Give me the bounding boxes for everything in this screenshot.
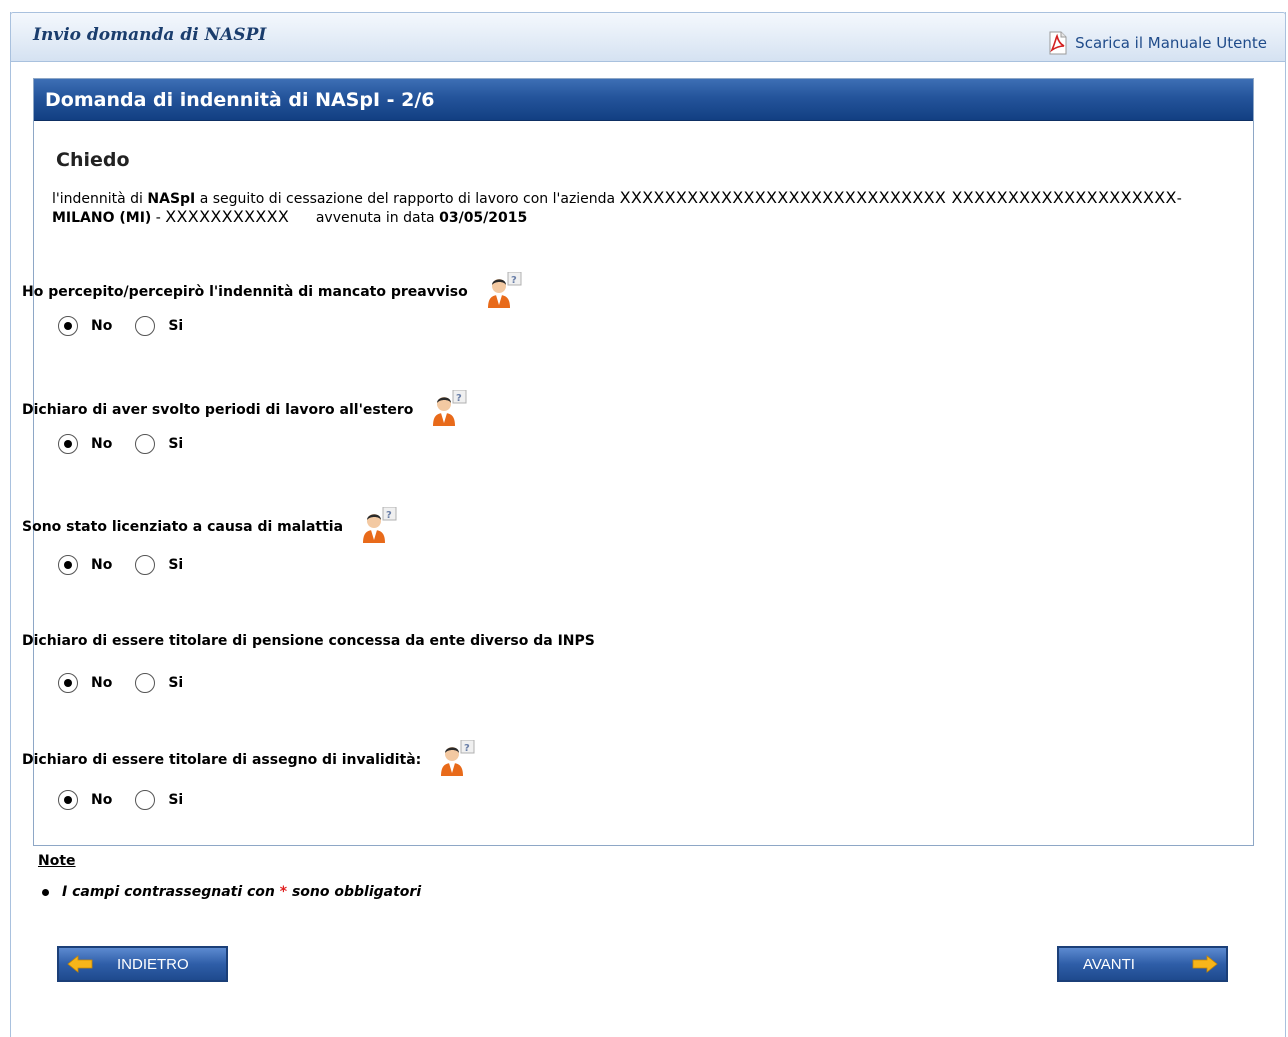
notes-item: I campi contrassegnati con * sono obblig…: [38, 884, 421, 900]
company-city: MILANO (MI): [52, 210, 152, 226]
radio-no-label: No: [91, 436, 113, 452]
form-panel: Domanda di indennità di NASpI - 2/6 Chie…: [33, 78, 1254, 846]
download-manual-link[interactable]: Scarica il Manuale Utente: [1047, 31, 1267, 55]
back-button-label: INDIETRO: [117, 955, 189, 973]
question-lavoro-estero: Dichiaro di aver svolto periodi di lavor…: [22, 390, 471, 428]
section-heading: Chiedo: [56, 149, 130, 171]
radio-group-mancato-preavviso: No Si: [58, 316, 206, 336]
radio-si-label: Si: [168, 675, 184, 691]
back-button[interactable]: INDIETRO: [57, 946, 228, 982]
svg-text:?: ?: [456, 393, 462, 404]
help-person-icon[interactable]: ?: [427, 390, 471, 426]
next-button[interactable]: AVANTI: [1057, 946, 1228, 982]
svg-text:?: ?: [386, 510, 392, 521]
question-pensione-altro-ente: Dichiaro di essere titolare di pensione …: [22, 633, 595, 649]
radio-si-label: Si: [168, 436, 184, 452]
radio-no[interactable]: [58, 555, 78, 575]
radio-group-lavoro-estero: No Si: [58, 434, 206, 454]
question-mancato-preavviso: Ho percepito/percepirò l'indennità di ma…: [22, 272, 526, 310]
termination-date: 03/05/2015: [439, 210, 528, 226]
notes-text-before: I campi contrassegnati con: [62, 884, 280, 900]
page-title: Invio domanda di NASPI: [33, 25, 267, 45]
svg-text:?: ?: [464, 743, 470, 754]
pdf-icon: [1049, 31, 1067, 55]
required-star: *: [279, 884, 288, 900]
radio-no[interactable]: [58, 790, 78, 810]
intro-text-2: a seguito di cessazione del rapporto di …: [195, 191, 620, 207]
help-person-icon[interactable]: ?: [435, 740, 479, 776]
radio-group-licenziato-malattia: No Si: [58, 555, 206, 575]
radio-group-assegno-invalidita: No Si: [58, 790, 206, 810]
radio-no[interactable]: [58, 673, 78, 693]
radio-si-label: Si: [168, 557, 184, 573]
panel-title: Domanda di indennità di NASpI - 2/6: [34, 79, 1253, 121]
radio-si[interactable]: [135, 434, 156, 454]
radio-no-label: No: [91, 318, 113, 334]
intro-sep-1: -: [1176, 191, 1182, 207]
intro-sep-2: -: [151, 210, 166, 226]
help-person-icon[interactable]: ?: [482, 272, 526, 308]
intro-text-1: l'indennità di: [52, 191, 148, 207]
question-licenziato-malattia: Sono stato licenziato a causa di malatti…: [22, 507, 401, 545]
help-person-icon[interactable]: ?: [357, 507, 401, 543]
notes-title: Note: [38, 853, 76, 869]
question-label: Sono stato licenziato a causa di malatti…: [22, 519, 344, 535]
intro-text-3: avvenuta in data: [289, 210, 440, 226]
arrow-left-icon: [67, 955, 93, 973]
question-label: Ho percepito/percepirò l'indennità di ma…: [22, 284, 468, 300]
notes-text-after: sono obbligatori: [287, 884, 422, 900]
radio-si-label: Si: [168, 792, 184, 808]
radio-si[interactable]: [135, 316, 156, 336]
radio-no[interactable]: [58, 434, 78, 454]
radio-no[interactable]: [58, 316, 78, 336]
radio-si[interactable]: [135, 555, 156, 575]
radio-si-label: Si: [168, 318, 184, 334]
radio-group-pensione-altro-ente: No Si: [58, 673, 206, 693]
radio-si[interactable]: [135, 790, 156, 810]
radio-no-label: No: [91, 675, 113, 691]
company-name: XXXXXXXXXXXXXXXXXXXXXXXXXXXXX XXXXXXXXXX…: [619, 188, 1177, 207]
intro-naspi: NASpI: [147, 191, 196, 207]
download-manual-label: Scarica il Manuale Utente: [1075, 34, 1267, 52]
question-label: Dichiaro di essere titolare di pensione …: [22, 633, 595, 649]
question-assegno-invalidita: Dichiaro di essere titolare di assegno d…: [22, 740, 479, 778]
intro-text: l'indennità di NASpI a seguito di cessaz…: [52, 189, 1247, 227]
bullet-icon: [42, 888, 49, 896]
company-code: XXXXXXXXXXX: [165, 207, 290, 226]
radio-no-label: No: [91, 557, 113, 573]
top-bar: Invio domanda di NASPI Scarica il Manual…: [10, 12, 1286, 62]
radio-si[interactable]: [135, 673, 156, 693]
next-button-label: AVANTI: [1083, 955, 1135, 973]
question-label: Dichiaro di essere titolare di assegno d…: [22, 752, 422, 768]
question-label: Dichiaro di aver svolto periodi di lavor…: [22, 402, 414, 418]
arrow-right-icon: [1192, 955, 1218, 973]
radio-no-label: No: [91, 792, 113, 808]
svg-text:?: ?: [511, 275, 517, 286]
